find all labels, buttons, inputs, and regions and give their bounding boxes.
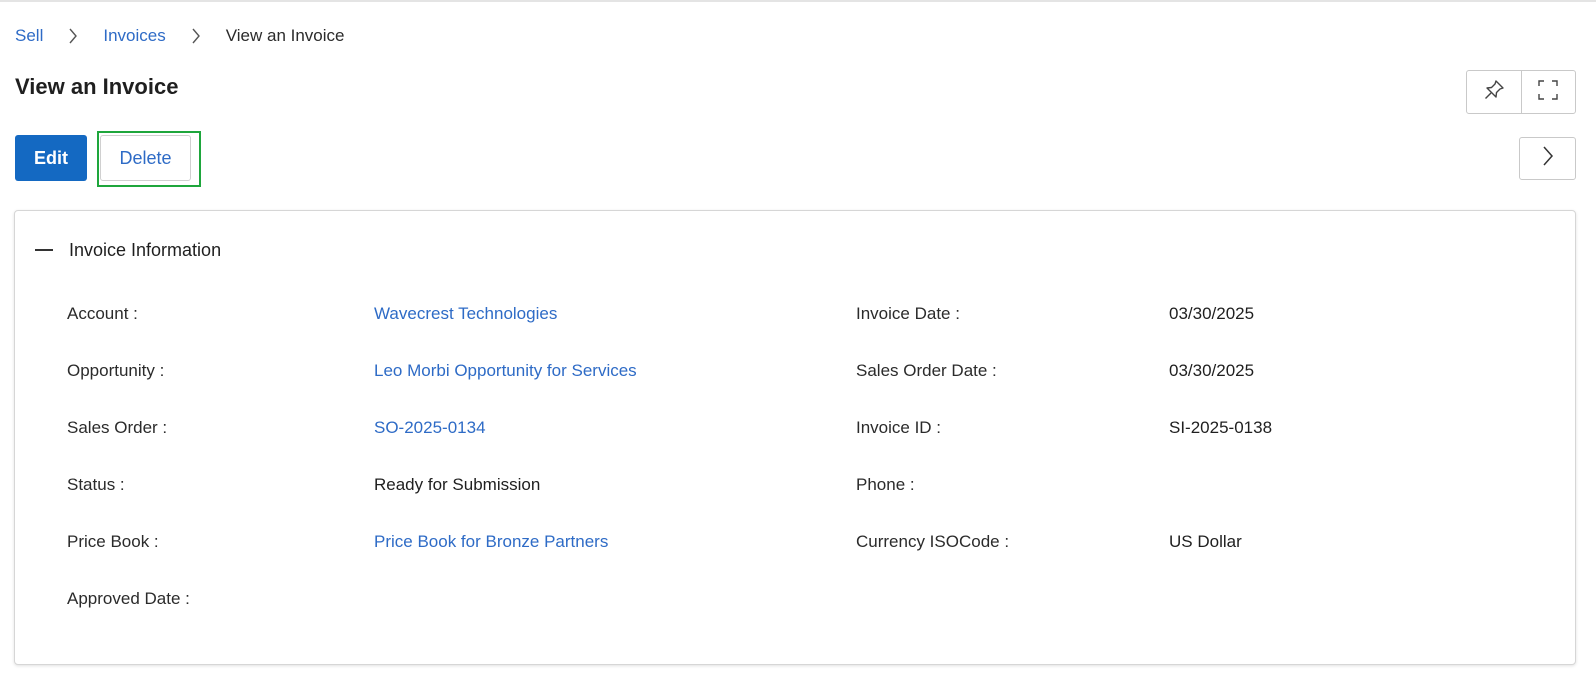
sales-order-link[interactable]: SO-2025-0134	[374, 416, 486, 440]
opportunity-label: Opportunity :	[67, 361, 165, 380]
status-label: Status :	[67, 475, 125, 494]
invoice-id-value: SI-2025-0138	[1169, 418, 1273, 437]
page-title: View an Invoice	[15, 74, 179, 99]
sales-order-date-label: Sales Order Date :	[856, 361, 997, 380]
delete-button[interactable]: Delete	[100, 135, 191, 181]
top-divider	[0, 0, 1596, 2]
breadcrumb-link-invoices[interactable]: Invoices	[103, 26, 165, 46]
breadcrumb: Sell Invoices View an Invoice	[15, 24, 345, 48]
view-tools	[1466, 70, 1576, 114]
chevron-right-icon	[188, 28, 204, 44]
pin-button[interactable]	[1467, 71, 1521, 113]
invoice-date-value: 03/30/2025	[1169, 304, 1255, 323]
price-book-label: Price Book :	[67, 532, 159, 551]
invoice-date-label: Invoice Date :	[856, 304, 960, 323]
fullscreen-icon	[1537, 79, 1559, 106]
sales-order-label: Sales Order :	[67, 418, 168, 437]
breadcrumb-link-sell[interactable]: Sell	[15, 26, 43, 46]
price-book-link[interactable]: Price Book for Bronze Partners	[374, 530, 608, 554]
panel-header-toggle[interactable]: Invoice Information	[35, 237, 221, 263]
opportunity-link[interactable]: Leo Morbi Opportunity for Services	[374, 359, 637, 383]
minus-icon	[35, 249, 53, 251]
pin-icon	[1483, 79, 1505, 106]
chevron-right-icon	[65, 28, 81, 44]
breadcrumb-current: View an Invoice	[225, 26, 345, 45]
currency-isocode-label: Currency ISOCode :	[856, 532, 1010, 551]
edit-button[interactable]: Edit	[15, 135, 87, 181]
invoice-id-label: Invoice ID :	[856, 418, 942, 437]
currency-isocode-value: US Dollar	[1169, 532, 1242, 551]
panel-title: Invoice Information	[69, 239, 222, 260]
phone-label: Phone :	[856, 475, 915, 494]
approved-date-label: Approved Date :	[67, 589, 190, 608]
fullscreen-button[interactable]	[1520, 71, 1575, 113]
chevron-right-icon	[1541, 145, 1555, 172]
account-label: Account :	[67, 304, 138, 323]
account-link[interactable]: Wavecrest Technologies	[374, 302, 557, 326]
sales-order-date-value: 03/30/2025	[1169, 361, 1255, 380]
next-record-button[interactable]	[1519, 137, 1576, 180]
invoice-information-panel: Invoice Information Account : Wavecrest …	[14, 210, 1576, 665]
status-value: Ready for Submission	[374, 475, 541, 494]
